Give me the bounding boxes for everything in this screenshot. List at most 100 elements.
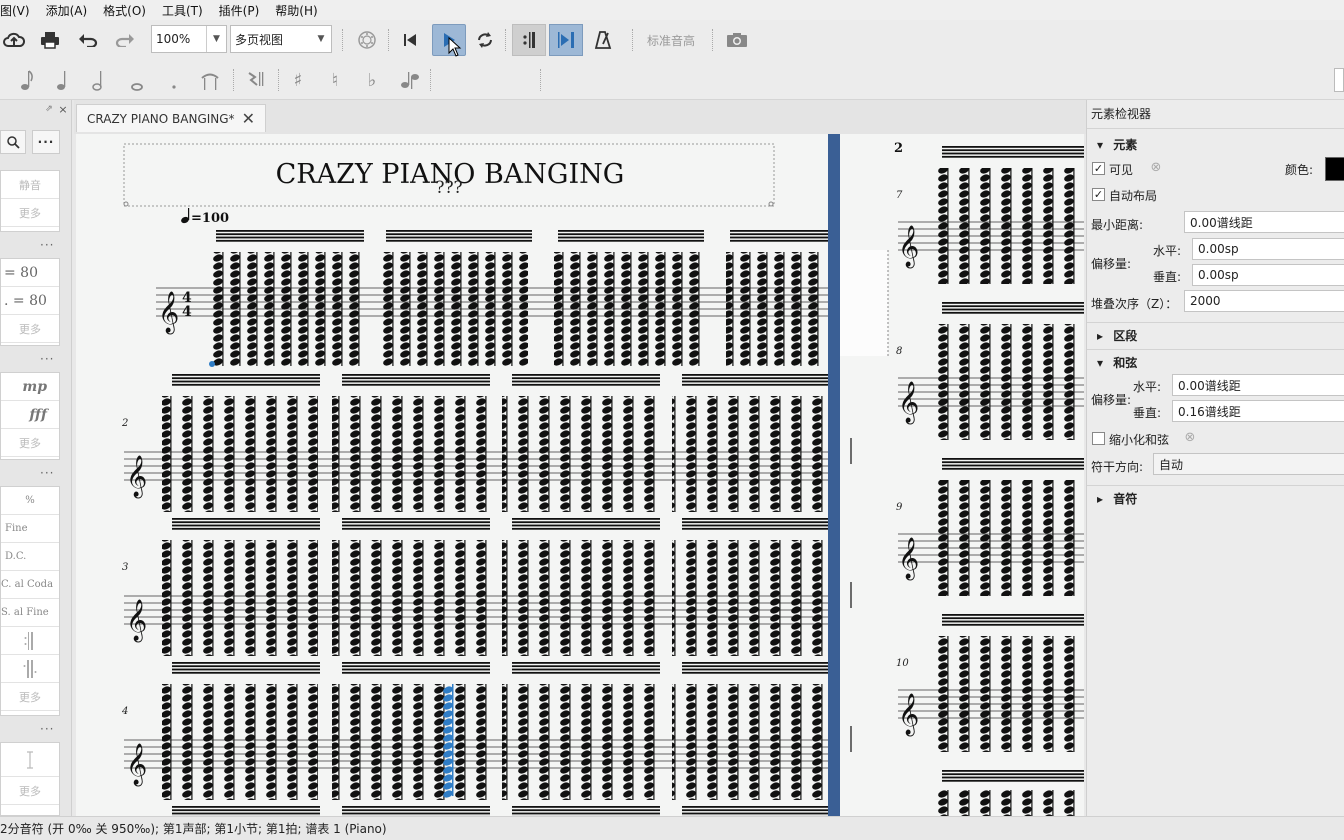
close-tab-icon[interactable]: ✕ (242, 109, 255, 128)
toolbar-overflow-handle[interactable] (1334, 68, 1344, 92)
section-note[interactable]: ▸ 音符 (1097, 490, 1344, 507)
search-icon[interactable] (0, 130, 26, 154)
score-tab[interactable]: CRAZY PIANO BANGING* ✕ (76, 104, 266, 132)
reset-icon[interactable]: ⊗ (1181, 428, 1199, 446)
palette-menu-button[interactable]: ··· (32, 130, 60, 154)
repeat-cell[interactable]: Fine (1, 515, 59, 543)
reset-icon[interactable]: ⊗ (1147, 158, 1165, 176)
section-segment[interactable]: ▸ 区段 (1097, 327, 1344, 344)
section-chord[interactable]: ▾ 和弦 (1097, 354, 1344, 371)
rewind-icon[interactable] (398, 28, 422, 52)
chord-vertical-field[interactable]: 0.16谱线距 (1172, 400, 1344, 422)
stacking-label: 堆叠次序（Z）： (1091, 297, 1178, 311)
palette-panel: ⇗ × ··· 静音 更多 ··· = 80 . = 80 更多 ··· mp … (0, 100, 72, 816)
metronome-icon[interactable] (591, 28, 615, 52)
auto-layout-checkbox[interactable]: ✓ (1092, 188, 1105, 201)
quarter-note-icon[interactable] (52, 68, 72, 92)
palette-cell[interactable]: 静音 (1, 171, 59, 199)
section-element[interactable]: ▾ 元素 (1097, 136, 1344, 153)
print-icon[interactable] (38, 28, 62, 52)
system-4: 4𝄞 (121, 662, 852, 800)
page2-system: 10 𝄞 (896, 614, 1084, 752)
note-cluster (934, 168, 1084, 284)
camera-icon[interactable] (724, 28, 750, 52)
note-cluster (502, 540, 658, 656)
stem-direction-select[interactable]: 自动 (1153, 453, 1344, 475)
tempo-cell[interactable]: . = 80 (1, 287, 59, 315)
repeat-cell[interactable]: S. al Fine (1, 599, 59, 627)
spacer-icon (27, 750, 33, 769)
barline-cell[interactable] (1, 627, 59, 655)
palette-more[interactable]: 更多 (1, 683, 59, 711)
menu-bar: 图(V) 添加(A) 格式(O) 工具(T) 插件(P) 帮助(H) (0, 0, 1344, 20)
note-cluster (162, 540, 318, 656)
note-cluster (672, 396, 826, 512)
eighth-note-icon[interactable] (17, 68, 37, 92)
palette-more[interactable]: 更多 (1, 777, 59, 805)
palette-dots[interactable]: ··· (40, 722, 54, 736)
pan-score-button[interactable] (549, 24, 583, 56)
page2-system: 8𝄞 (896, 302, 1084, 440)
color-swatch[interactable] (1325, 157, 1344, 181)
auto-layout-label: 自动布局 (1109, 189, 1158, 203)
palette-more[interactable]: 更多 (1, 429, 59, 457)
page-divider (828, 134, 840, 816)
loop-icon[interactable] (473, 28, 497, 52)
horizontal-offset-field[interactable]: 0.00sp (1192, 238, 1344, 260)
spacer-cell[interactable] (1, 743, 59, 777)
redo-icon[interactable] (113, 28, 137, 52)
menu-format[interactable]: 格式(O) (95, 2, 154, 19)
palette-more[interactable]: 更多 (1, 315, 59, 343)
menu-tools[interactable]: 工具(T) (154, 2, 211, 19)
note-cluster (934, 790, 1084, 816)
menu-add[interactable]: 添加(A) (38, 2, 96, 19)
sharp-icon[interactable]: ♯ (288, 68, 308, 92)
flip-direction-icon[interactable] (398, 68, 422, 92)
tempo-cell[interactable]: = 80 (1, 259, 59, 287)
system-number: 8 (896, 346, 902, 357)
augmentation-dot-icon[interactable] (164, 68, 184, 92)
palette-dots[interactable]: ··· (40, 466, 54, 480)
treble-clef-icon: 𝄞 (126, 455, 147, 498)
whole-note-icon[interactable] (127, 68, 147, 92)
natural-icon[interactable]: ♮ (325, 68, 345, 92)
menu-view[interactable]: 图(V) (0, 2, 38, 19)
repeat-cell[interactable]: D.C. (1, 543, 59, 571)
palette-dots[interactable]: ··· (40, 238, 54, 252)
treble-clef-icon: 𝄞 (898, 225, 919, 268)
metronome-dial-icon[interactable] (355, 28, 379, 52)
tie-icon[interactable] (198, 68, 222, 92)
rest-toggle-icon[interactable] (244, 68, 268, 92)
cloud-upload-icon[interactable] (2, 28, 26, 52)
score-canvas[interactable]: CRAZY PIANO BANGING ??? =100 𝄞 4 4 2 𝄞 3 𝄞 4 𝄞 7… (76, 134, 1084, 816)
note-cluster (212, 252, 360, 366)
barline-cell[interactable] (1, 655, 59, 683)
dynamic-fff[interactable]: fff (1, 401, 59, 429)
undock-icon[interactable]: ⇗ (44, 104, 54, 114)
system-number: 9 (896, 502, 903, 513)
flat-icon[interactable]: ♭ (362, 68, 382, 92)
repeat-cell[interactable]: % (1, 487, 59, 515)
menu-help[interactable]: 帮助(H) (267, 2, 325, 19)
small-chord-checkbox[interactable] (1092, 432, 1105, 445)
treble-clef-icon: 𝄞 (898, 381, 919, 424)
main-toolbar: 100% ▼ 多页视图 ▼ 标准音高 (0, 20, 1344, 60)
palette-more[interactable]: 更多 (1, 199, 59, 227)
view-mode-select[interactable]: 多页视图 ▼ (230, 25, 332, 53)
visible-checkbox[interactable]: ✓ (1092, 162, 1105, 175)
close-icon[interactable]: × (58, 103, 68, 116)
half-note-icon[interactable] (88, 68, 108, 92)
chord-horizontal-field[interactable]: 0.00谱线距 (1172, 374, 1344, 396)
dynamic-mp[interactable]: mp (1, 373, 59, 401)
palette-box-tempo: = 80 . = 80 更多 (0, 258, 60, 346)
repeat-playback-button[interactable] (512, 24, 546, 56)
stacking-field[interactable]: 2000 (1184, 290, 1344, 312)
undo-icon[interactable] (76, 28, 100, 52)
min-distance-field[interactable]: 0.00谱线距 (1184, 211, 1344, 233)
concert-pitch-button[interactable]: 标准音高 (642, 28, 700, 52)
repeat-cell[interactable]: C. al Coda (1, 571, 59, 599)
palette-dots[interactable]: ··· (40, 352, 54, 366)
vertical-offset-field[interactable]: 0.00sp (1192, 264, 1344, 286)
zoom-select[interactable]: 100% ▼ (151, 25, 227, 53)
menu-plugins[interactable]: 插件(P) (211, 2, 268, 19)
